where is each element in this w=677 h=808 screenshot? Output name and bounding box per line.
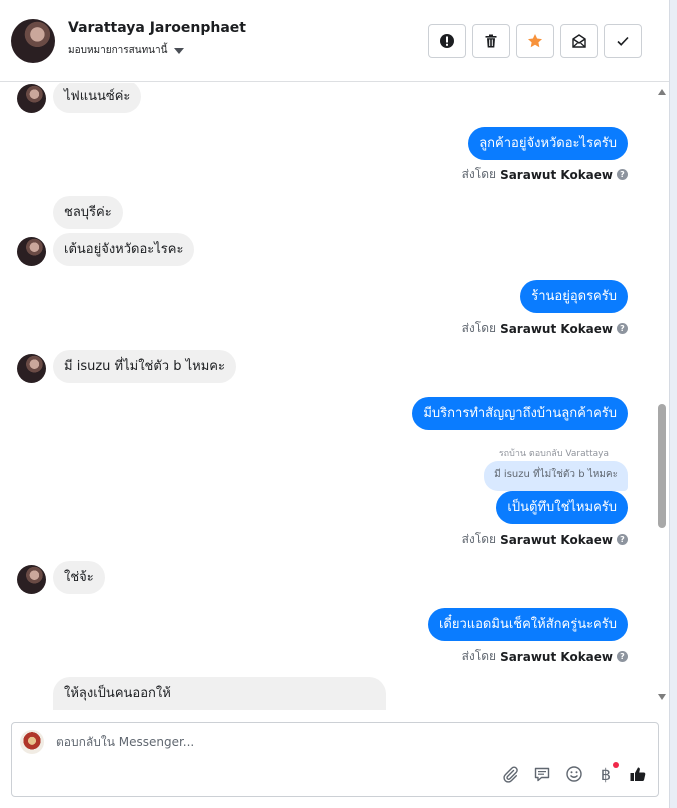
help-icon[interactable]: ? — [617, 534, 628, 545]
sent-by-line: ส่งโดย Sarawut Kokaew ? — [462, 647, 628, 666]
chat-bubble-icon — [534, 767, 550, 782]
mark-unread-button[interactable] — [560, 24, 598, 58]
sent-by-prefix: ส่งโดย — [461, 321, 497, 335]
scroll-up-arrow-icon[interactable] — [658, 89, 666, 95]
incoming-message[interactable]: เต้นอยู่จังหวัดอะไรคะ — [53, 233, 195, 266]
sent-by-name: Sarawut Kokaew — [500, 167, 613, 182]
envelope-icon — [572, 34, 586, 48]
thumbs-up-icon — [630, 767, 646, 781]
incoming-message[interactable]: ให้ลุงเป็นคนออกให้ — [53, 677, 386, 710]
assign-conversation-dropdown[interactable]: มอบหมายการสนทนานี้ — [68, 43, 185, 58]
payment-button[interactable]: ฿ — [596, 762, 619, 784]
help-icon[interactable]: ? — [617, 651, 628, 662]
sent-by-name: Sarawut Kokaew — [500, 649, 613, 664]
paperclip-icon — [503, 766, 518, 783]
page-avatar — [20, 730, 44, 754]
scroll-down-arrow-icon[interactable] — [658, 694, 666, 700]
help-icon[interactable]: ? — [617, 323, 628, 334]
incoming-message[interactable]: ใช่จ้ะ — [53, 561, 105, 594]
incoming-message[interactable]: มี isuzu ที่ไม่ใช่ตัว b ไหมคะ — [53, 350, 236, 383]
sent-by-line: ส่งโดย Sarawut Kokaew ? — [462, 319, 628, 338]
header-actions — [428, 24, 642, 58]
incoming-message[interactable]: ไฟแนนซ์ค่ะ — [53, 83, 142, 113]
thread-scrollbar[interactable] — [655, 83, 669, 710]
contact-avatar[interactable] — [11, 19, 55, 63]
smiley-icon — [566, 766, 582, 782]
saved-replies-button[interactable] — [532, 764, 552, 784]
contact-name[interactable]: Varattaya Jaroenphaet — [68, 20, 246, 36]
mark-spam-button[interactable] — [428, 24, 466, 58]
conversation-header: Varattaya Jaroenphaet มอบหมายการสนทนานี้ — [0, 0, 669, 82]
quoted-message[interactable]: มี isuzu ที่ไม่ใช่ตัว b ไหมคะ — [484, 461, 628, 491]
sender-avatar — [17, 354, 46, 383]
delete-button[interactable] — [472, 24, 510, 58]
sent-by-line: ส่งโดย Sarawut Kokaew ? — [462, 165, 628, 184]
sent-by-prefix: ส่งโดย — [461, 532, 497, 546]
star-button[interactable] — [516, 24, 554, 58]
sent-by-name: Sarawut Kokaew — [500, 532, 613, 547]
caret-down-icon — [174, 47, 185, 54]
reply-composer: ฿ — [11, 722, 659, 797]
emoji-button[interactable] — [564, 764, 584, 784]
sender-avatar — [17, 237, 46, 266]
outgoing-message[interactable]: เป็นตู้ทึบใช่ไหมครับ — [496, 491, 628, 524]
checkmark-icon — [617, 36, 629, 46]
reply-label: รถบ้าน ตอบกลับ Varattaya — [498, 449, 609, 459]
trash-icon — [485, 34, 497, 48]
outgoing-message[interactable]: ร้านอยู่อุดรครับ — [520, 280, 628, 313]
sender-avatar — [17, 565, 46, 594]
like-button[interactable] — [628, 764, 648, 784]
scrollbar-thumb[interactable] — [658, 404, 666, 528]
assign-label: มอบหมายการสนทนานี้ — [68, 45, 168, 56]
sender-avatar — [17, 84, 46, 113]
sent-by-prefix: ส่งโดย — [461, 649, 497, 663]
incoming-message-text: ให้ลุงเป็นคนออกให้ — [64, 686, 171, 701]
outgoing-message[interactable]: ลูกค้าอยู่จังหวัดอะไรครับ — [468, 127, 628, 160]
baht-icon: ฿ — [600, 764, 612, 784]
sent-by-line: ส่งโดย Sarawut Kokaew ? — [462, 530, 628, 549]
message-thread[interactable]: ไฟแนนซ์ค่ะ ลูกค้าอยู่จังหวัดอะไรครับ ส่ง… — [0, 83, 669, 710]
incoming-message[interactable]: ชลบุรีค่ะ — [53, 196, 123, 229]
sent-by-name: Sarawut Kokaew — [500, 321, 613, 336]
sent-by-prefix: ส่งโดย — [461, 167, 497, 181]
composer-tools: ฿ — [500, 762, 648, 784]
notification-dot — [613, 762, 619, 768]
window-edge — [669, 0, 677, 808]
star-icon — [528, 34, 542, 48]
outgoing-message[interactable]: มีบริการทำสัญญาถึงบ้านลูกค้าครับ — [412, 397, 628, 430]
alert-icon — [440, 34, 454, 48]
attach-button[interactable] — [500, 764, 520, 784]
help-icon[interactable]: ? — [617, 169, 628, 180]
mark-done-button[interactable] — [604, 24, 642, 58]
reply-input[interactable] — [56, 735, 616, 749]
outgoing-message[interactable]: เดี๋ยวแอดมินเช็คให้สักครู่นะครับ — [427, 608, 628, 641]
